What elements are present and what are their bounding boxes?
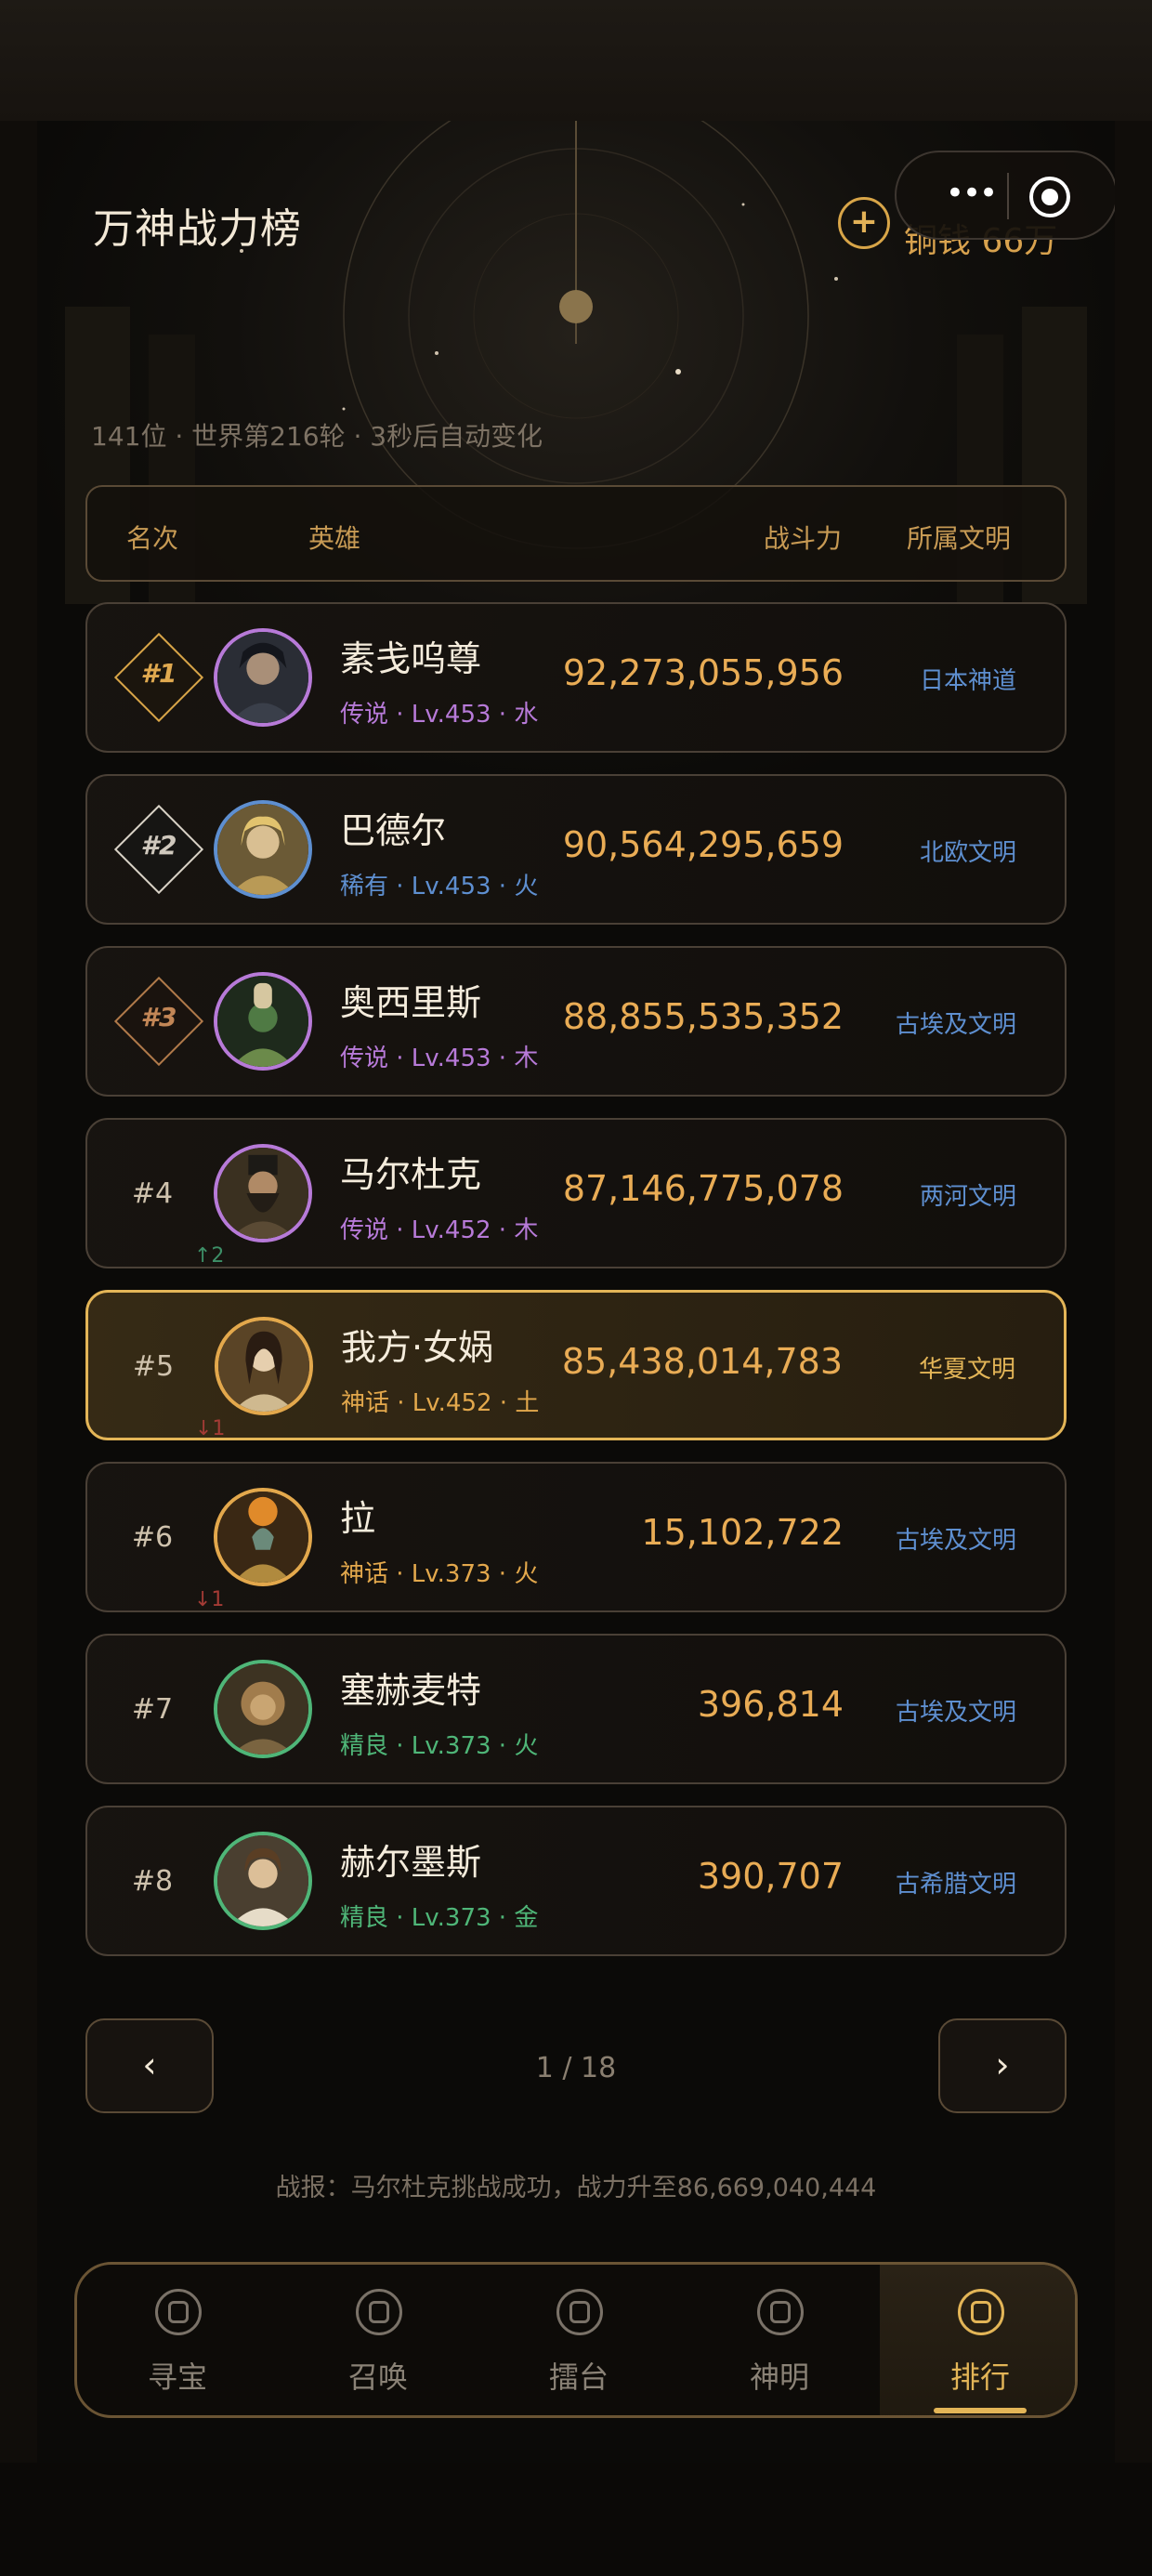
- app-frame: 万神战力榜 + 铜钱 66万 ••• 141位 · 世界第216轮 · 3秒后自…: [37, 121, 1115, 2463]
- battle-report: 战报：马尔杜克挑战成功，战力升至86,669,040,444: [275, 2174, 877, 2202]
- hero-name: 巴德尔: [340, 810, 447, 851]
- rank-row[interactable]: #4 ↑2 马尔杜克 传说 · Lv.452 · 木 87,146,775,07…: [85, 1118, 1067, 1268]
- hero-power: 15,102,722: [641, 1512, 844, 1553]
- hero-civ: 两河文明: [919, 1183, 1016, 1211]
- hero-avatar: [214, 1144, 312, 1242]
- prev-page-button[interactable]: ‹: [85, 2018, 214, 2113]
- hero-meta: 稀有 · Lv.453 · 火: [340, 873, 539, 900]
- page-indicator: 1 / 18: [535, 2052, 617, 2084]
- rank-number: #6: [131, 1521, 174, 1554]
- rank-number: #7: [131, 1693, 174, 1726]
- hero-name: 塞赫麦特: [340, 1670, 482, 1711]
- header-hero: 英雄: [308, 523, 361, 554]
- hero-name: 我方·女娲: [341, 1327, 494, 1368]
- hero-meta: 神话 · Lv.373 · 火: [340, 1560, 539, 1588]
- rank-change-down: ↓1: [194, 1588, 225, 1611]
- rank-number: #5: [132, 1350, 175, 1383]
- top-status-band: [0, 0, 1152, 121]
- hero-avatar: [214, 1488, 312, 1586]
- nav-label: 召唤: [347, 2359, 408, 2395]
- header-civ: 所属文明: [907, 523, 1012, 554]
- rank-row[interactable]: #8 赫尔墨斯 精良 · Lv.373 · 金 390,707 古希腊文明: [85, 1806, 1067, 1956]
- hero-name: 马尔杜克: [340, 1154, 482, 1195]
- hero-power: 90,564,295,659: [562, 824, 844, 865]
- header-rank: 名次: [126, 523, 179, 554]
- hero-civ: 华夏文明: [918, 1356, 1015, 1384]
- hero-meta: 传说 · Lv.453 · 木: [340, 1045, 539, 1072]
- active-tab-indicator: [934, 2408, 1027, 2413]
- bottom-band: [0, 2463, 1152, 2576]
- ranking-icon: [958, 2289, 1004, 2335]
- table-header: 名次 英雄 战斗力 所属文明: [85, 485, 1067, 582]
- rank-number: #2: [140, 830, 177, 861]
- hero-civ: 古埃及文明: [895, 1527, 1016, 1555]
- hero-power: 92,273,055,956: [562, 652, 844, 693]
- hero-civ: 古希腊文明: [895, 1871, 1016, 1899]
- rank-row[interactable]: #7 塞赫麦特 精良 · Lv.373 · 火 396,814 古埃及文明: [85, 1634, 1067, 1784]
- header-power: 战斗力: [764, 523, 843, 554]
- next-page-button[interactable]: ›: [938, 2018, 1067, 2113]
- hero-name: 奥西里斯: [340, 982, 482, 1023]
- rank-number: #1: [140, 658, 177, 689]
- hero-meta: 精良 · Lv.373 · 火: [340, 1732, 539, 1760]
- target-close-icon[interactable]: [1029, 177, 1070, 217]
- nav-item-ranking[interactable]: 排行: [880, 2265, 1075, 2415]
- hero-meta: 神话 · Lv.452 · 土: [341, 1389, 540, 1417]
- rank-number: #4: [131, 1177, 174, 1210]
- deity-icon: [757, 2289, 804, 2335]
- rank-change-down: ↓1: [195, 1417, 226, 1440]
- hero-avatar: [214, 628, 312, 727]
- nav-item-treasure[interactable]: 寻宝: [77, 2265, 278, 2415]
- hero-avatar: [214, 1832, 312, 1930]
- treasure-icon: [155, 2289, 202, 2335]
- hero-avatar: [215, 1317, 313, 1415]
- hero-avatar: [214, 972, 312, 1071]
- more-dots-icon[interactable]: •••: [938, 169, 1003, 221]
- nav-item-deity[interactable]: 神明: [679, 2265, 880, 2415]
- mini-program-capsule: •••: [895, 151, 1115, 240]
- rank-row[interactable]: #2 巴德尔 稀有 · Lv.453 · 火 90,564,295,659 北欧…: [85, 774, 1067, 925]
- nav-item-arena[interactable]: 擂台: [478, 2265, 679, 2415]
- hero-name: 拉: [340, 1498, 376, 1539]
- hero-civ: 日本神道: [919, 667, 1016, 695]
- nav-label: 擂台: [548, 2359, 609, 2395]
- rank-number: #8: [131, 1865, 174, 1898]
- hero-power: 390,707: [697, 1856, 844, 1897]
- nav-label: 神明: [749, 2359, 809, 2395]
- hero-avatar: [214, 1660, 312, 1758]
- rank-row[interactable]: #6 ↓1 拉 神话 · Lv.373 · 火 15,102,722 古埃及文明: [85, 1462, 1067, 1612]
- hero-civ: 古埃及文明: [895, 1699, 1016, 1727]
- hero-power: 88,855,535,352: [562, 996, 844, 1037]
- nav-label: 排行: [949, 2359, 1010, 2395]
- hero-name: 素戋呜尊: [340, 638, 482, 679]
- plus-icon[interactable]: +: [838, 197, 890, 249]
- hero-power: 396,814: [697, 1684, 844, 1725]
- hero-avatar: [214, 800, 312, 899]
- round-info: 141位 · 世界第216轮 · 3秒后自动变化: [91, 421, 543, 452]
- rank-change-up: ↑2: [194, 1244, 225, 1268]
- hero-civ: 北欧文明: [919, 839, 1016, 867]
- capsule-divider: [1007, 173, 1009, 219]
- page-title: 万神战力榜: [93, 205, 302, 253]
- rank-row[interactable]: #3 奥西里斯 传说 · Lv.453 · 木 88,855,535,352 古…: [85, 946, 1067, 1097]
- hero-meta: 传说 · Lv.452 · 木: [340, 1216, 539, 1244]
- rank-row[interactable]: #1 素戋呜尊 传说 · Lv.453 · 水 92,273,055,956 日…: [85, 602, 1067, 753]
- hero-meta: 精良 · Lv.373 · 金: [340, 1904, 539, 1932]
- bottom-nav: 寻宝 召唤 擂台 神明 排行: [74, 2262, 1078, 2418]
- hero-power: 87,146,775,078: [562, 1168, 844, 1209]
- rank-number: #3: [140, 1002, 177, 1032]
- summon-icon: [356, 2289, 402, 2335]
- nav-label: 寻宝: [147, 2359, 207, 2395]
- hero-civ: 古埃及文明: [895, 1011, 1016, 1039]
- rank-row-self[interactable]: #5 ↓1 我方·女娲 神话 · Lv.452 · 土 85,438,014,7…: [85, 1290, 1067, 1440]
- arena-icon: [556, 2289, 603, 2335]
- hero-name: 赫尔墨斯: [340, 1842, 482, 1883]
- hero-meta: 传说 · Lv.453 · 水: [340, 701, 539, 729]
- hero-power: 85,438,014,783: [561, 1341, 843, 1382]
- nav-item-summon[interactable]: 召唤: [278, 2265, 478, 2415]
